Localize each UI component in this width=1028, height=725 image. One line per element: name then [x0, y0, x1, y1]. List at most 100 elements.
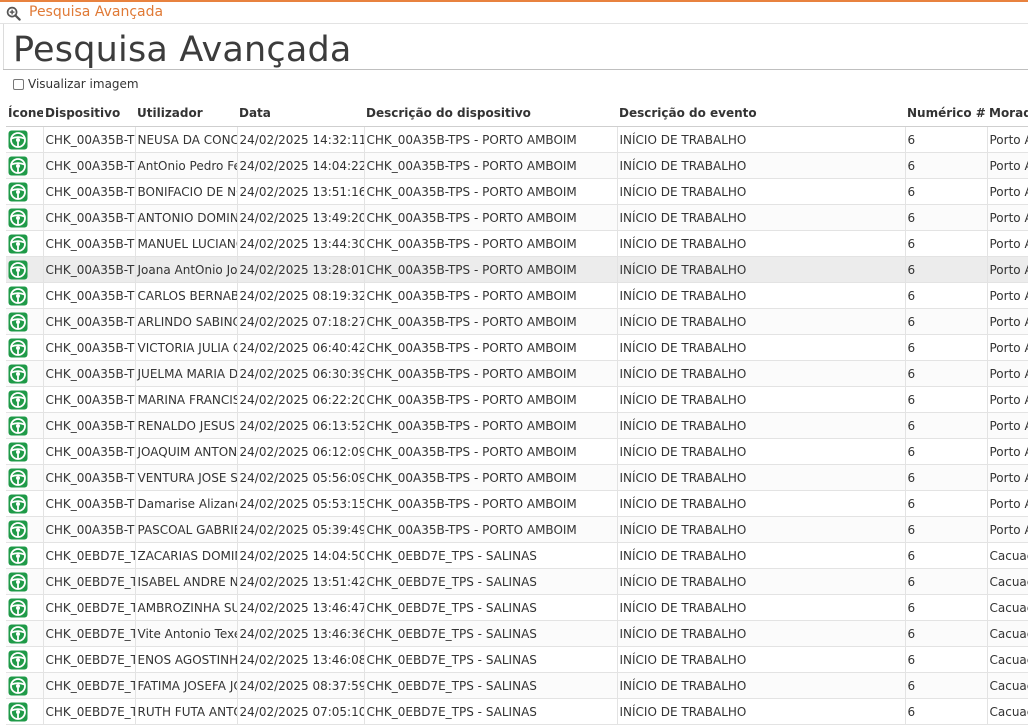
device-description-cell: CHK_00A35B-TPS - PORTO AMBOIM — [363, 152, 617, 179]
address-cell: Porto A — [986, 152, 1028, 179]
steering-wheel-icon — [8, 286, 28, 305]
device-cell: CHK_0EBD7E_TPS — [42, 672, 135, 699]
device-cell: CHK_00A35B-TPS — [42, 126, 135, 153]
col-header-address[interactable]: Morada — [987, 100, 1028, 127]
col-header-event-description[interactable]: Descrição do evento — [617, 100, 905, 127]
table-row[interactable]: CHK_0EBD7E_TPSZACARIAS DOMING24/02/2025 … — [6, 542, 1028, 569]
col-header-numeric-1[interactable]: Numérico #1 — [905, 100, 987, 127]
user-cell: CARLOS BERNABE I — [134, 282, 237, 309]
table-row[interactable]: CHK_0EBD7E_TPSVite Antonio Texeir24/02/2… — [6, 620, 1028, 647]
device-description-cell: CHK_00A35B-TPS - PORTO AMBOIM — [363, 334, 617, 361]
table-header-row: Ícone Dispositivo Utilizador Data Descri… — [6, 100, 1028, 127]
title-divider — [3, 69, 1028, 70]
steering-wheel-icon — [8, 676, 28, 695]
user-cell: VENTURA JOSE SIL — [134, 464, 237, 491]
event-description-cell: INÍCIO DE TRABALHO — [616, 542, 905, 569]
event-description-cell: INÍCIO DE TRABALHO — [616, 490, 905, 517]
device-description-cell: CHK_0EBD7E_TPS - SALINAS — [363, 698, 617, 725]
col-header-date[interactable]: Data — [237, 100, 364, 127]
table-row[interactable]: CHK_0EBD7E_TPSRUTH FUTA ANTÓN24/02/2025 … — [6, 698, 1028, 725]
col-header-icon[interactable]: Ícone — [6, 100, 43, 127]
numeric-1-cell: 6 — [904, 282, 987, 309]
date-cell: 24/02/2025 13:51:16 — [236, 178, 364, 205]
icon-cell — [6, 568, 43, 595]
device-description-cell: CHK_00A35B-TPS - PORTO AMBOIM — [363, 360, 617, 387]
table-row[interactable]: CHK_0EBD7E_TPSISABEL ANDRE NIC24/02/2025… — [6, 568, 1028, 595]
numeric-1-cell: 6 — [904, 308, 987, 335]
table-row[interactable]: CHK_00A35B-TPSJoana AntOnio JosE24/02/20… — [6, 256, 1028, 283]
device-description-cell: CHK_00A35B-TPS - PORTO AMBOIM — [363, 256, 617, 283]
user-cell: ENOS AGOSTINHO — [134, 646, 237, 673]
table-row[interactable]: CHK_00A35B-TPSMANUEL LUCIANO24/02/2025 1… — [6, 230, 1028, 257]
icon-cell — [6, 230, 43, 257]
user-cell: NEUSA DA CONCEI — [134, 126, 237, 153]
event-description-cell: INÍCIO DE TRABALHO — [616, 360, 905, 387]
numeric-1-cell: 6 — [904, 334, 987, 361]
address-cell: Cacuaco — [986, 620, 1028, 647]
table-row[interactable]: CHK_00A35B-TPSMARINA FRANCISC24/02/2025 … — [6, 386, 1028, 413]
icon-cell — [6, 516, 43, 543]
steering-wheel-icon — [8, 260, 28, 279]
address-cell: Porto A — [986, 282, 1028, 309]
table-row[interactable]: CHK_0EBD7E_TPSFATIMA JOSEFA JOA24/02/202… — [6, 672, 1028, 699]
col-header-user[interactable]: Utilizador — [135, 100, 237, 127]
table-row[interactable]: CHK_00A35B-TPSVICTORIA JULIA CH24/02/202… — [6, 334, 1028, 361]
address-cell: Porto A — [986, 464, 1028, 491]
icon-cell — [6, 386, 43, 413]
date-cell: 24/02/2025 13:28:01 — [236, 256, 364, 283]
table-row[interactable]: CHK_00A35B-TPSANTONIO DOMING24/02/2025 1… — [6, 204, 1028, 231]
steering-wheel-icon — [8, 494, 28, 513]
steering-wheel-icon — [8, 572, 28, 591]
event-description-cell: INÍCIO DE TRABALHO — [616, 204, 905, 231]
table-row[interactable]: CHK_00A35B-TPSBONIFACIO DE NO24/02/2025 … — [6, 178, 1028, 205]
table-row[interactable]: CHK_00A35B-TPSJUELMA MARIA DA24/02/2025 … — [6, 360, 1028, 387]
icon-cell — [6, 204, 43, 231]
table-row[interactable]: CHK_00A35B-TPSARLINDO SABINO E24/02/2025… — [6, 308, 1028, 335]
table-row[interactable]: CHK_00A35B-TPSAntOnio Pedro Feli24/02/20… — [6, 152, 1028, 179]
event-description-cell: INÍCIO DE TRABALHO — [616, 386, 905, 413]
device-cell: CHK_00A35B-TPS — [42, 438, 135, 465]
device-description-cell: CHK_00A35B-TPS - PORTO AMBOIM — [363, 516, 617, 543]
table-row[interactable]: CHK_0EBD7E_TPSENOS AGOSTINHO24/02/2025 1… — [6, 646, 1028, 673]
view-image-checkbox[interactable] — [13, 78, 24, 90]
event-description-cell: INÍCIO DE TRABALHO — [616, 594, 905, 621]
numeric-1-cell: 6 — [904, 464, 987, 491]
zoom-in-icon[interactable] — [6, 6, 21, 21]
device-cell: CHK_00A35B-TPS — [42, 282, 135, 309]
col-header-device-description[interactable]: Descrição do dispositivo — [364, 100, 617, 127]
table-row[interactable]: CHK_00A35B-TPSDamarise Alizandra24/02/20… — [6, 490, 1028, 517]
device-cell: CHK_00A35B-TPS — [42, 412, 135, 439]
event-description-cell: INÍCIO DE TRABALHO — [616, 620, 905, 647]
table-row[interactable]: CHK_0EBD7E_TPSAMBROZINHA SUZ24/02/2025 1… — [6, 594, 1028, 621]
table-row[interactable]: CHK_00A35B-TPSJOAQUIM ANTONIC24/02/2025 … — [6, 438, 1028, 465]
address-cell: Porto A — [986, 334, 1028, 361]
date-cell: 24/02/2025 07:05:10 — [236, 698, 364, 725]
date-cell: 24/02/2025 08:37:59 — [236, 672, 364, 699]
numeric-1-cell: 6 — [904, 412, 987, 439]
numeric-1-cell: 6 — [904, 126, 987, 153]
icon-cell — [6, 438, 43, 465]
user-cell: MARINA FRANCISC — [134, 386, 237, 413]
table-row[interactable]: CHK_00A35B-TPSVENTURA JOSE SIL24/02/2025… — [6, 464, 1028, 491]
col-header-device[interactable]: Dispositivo — [43, 100, 135, 127]
view-image-option[interactable]: Visualizar imagem — [13, 76, 139, 92]
date-cell: 24/02/2025 06:13:52 — [236, 412, 364, 439]
top-bar: Pesquisa Avançada — [0, 0, 1028, 24]
numeric-1-cell: 6 — [904, 646, 987, 673]
table-row[interactable]: CHK_00A35B-TPSCARLOS BERNABE I24/02/2025… — [6, 282, 1028, 309]
device-description-cell: CHK_0EBD7E_TPS - SALINAS — [363, 542, 617, 569]
address-cell: Porto A — [986, 412, 1028, 439]
device-cell: CHK_00A35B-TPS — [42, 490, 135, 517]
steering-wheel-icon — [8, 390, 28, 409]
device-description-cell: CHK_0EBD7E_TPS - SALINAS — [363, 672, 617, 699]
results-table: Ícone Dispositivo Utilizador Data Descri… — [6, 100, 1028, 725]
address-cell: Porto A — [986, 308, 1028, 335]
table-row[interactable]: CHK_00A35B-TPSRENALDO JESUS JO24/02/2025… — [6, 412, 1028, 439]
steering-wheel-icon — [8, 442, 28, 461]
event-description-cell: INÍCIO DE TRABALHO — [616, 126, 905, 153]
numeric-1-cell: 6 — [904, 360, 987, 387]
icon-cell — [6, 334, 43, 361]
event-description-cell: INÍCIO DE TRABALHO — [616, 464, 905, 491]
table-row[interactable]: CHK_00A35B-TPSNEUSA DA CONCEI24/02/2025 … — [6, 126, 1028, 153]
table-row[interactable]: CHK_00A35B-TPSPASCOAL GABRIEL24/02/2025 … — [6, 516, 1028, 543]
